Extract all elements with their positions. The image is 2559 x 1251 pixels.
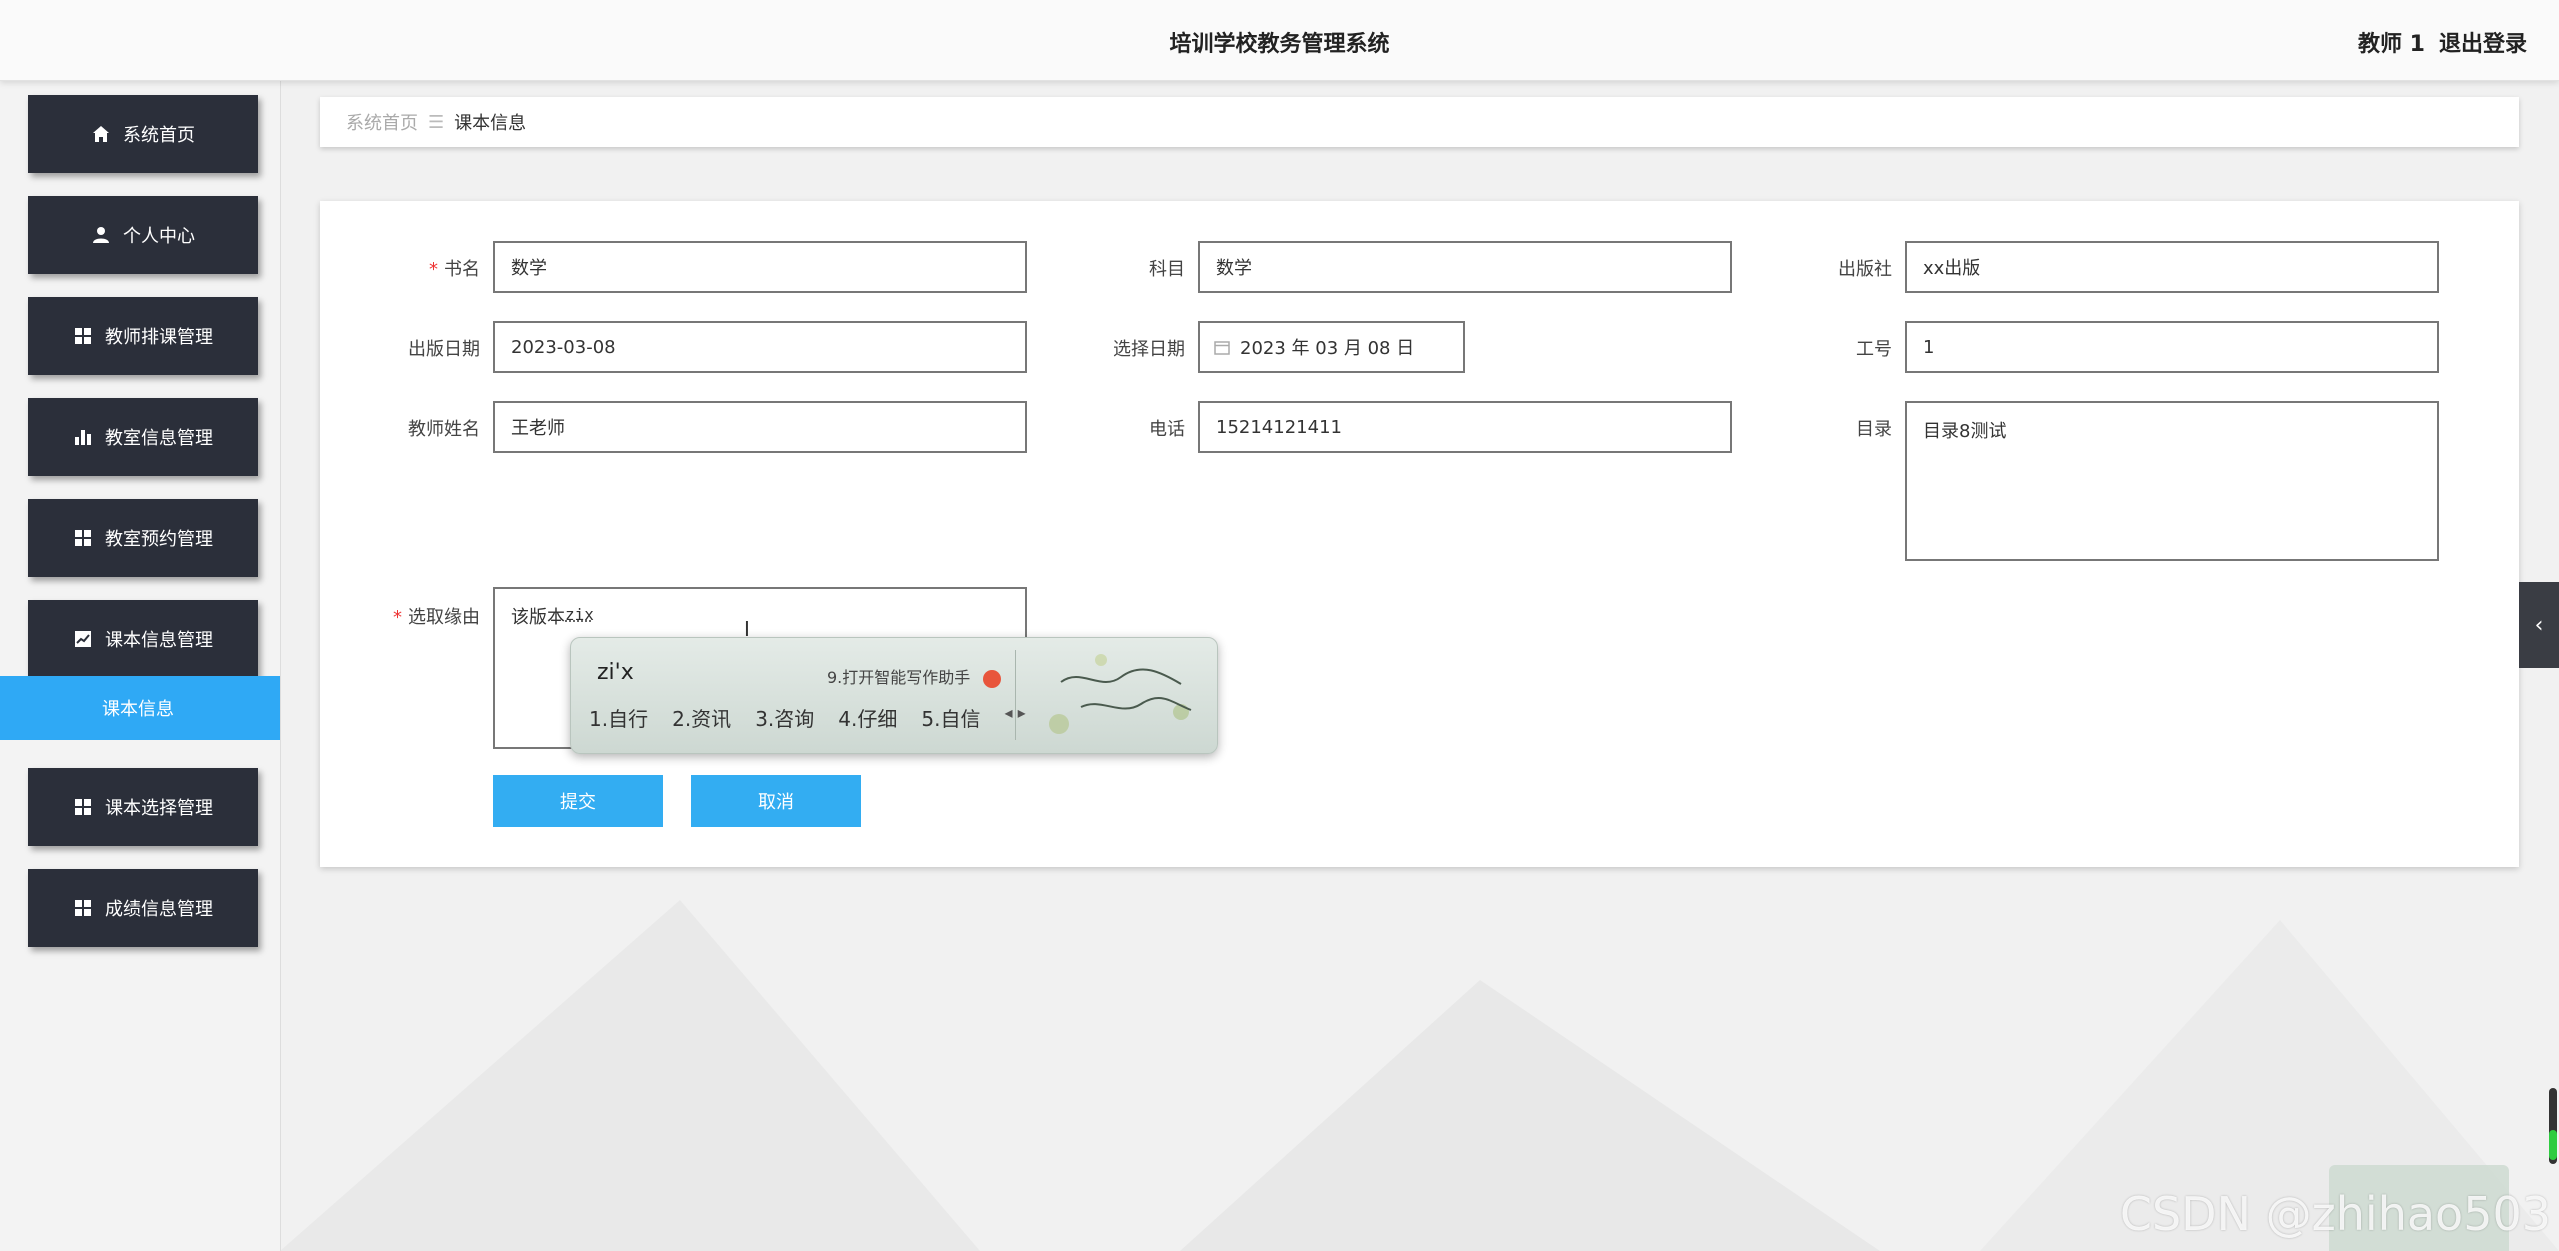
home-icon [91,124,111,144]
ime-candidate[interactable]: 2.资讯 [672,703,731,732]
reason-label: * 选取缘由 [393,607,480,628]
grid-icon [73,898,93,918]
user-icon [91,225,111,245]
sidebar: 系统首页 个人中心 教师排课管理 教室信息管理 教室预约管理 课本信息管理 课本… [0,81,281,1251]
breadcrumb-current: 课本信息 [454,113,527,134]
reason-text: 该版本 [511,607,565,628]
submit-button[interactable]: 提交 [493,775,663,827]
ime-composition: zi'x [597,660,634,685]
sidebar-item-reservation[interactable]: 教室预约管理 [28,499,258,577]
teacher-name-label: 教师姓名 [408,419,480,440]
sidebar-item-textbook-select[interactable]: 课本选择管理 [28,768,258,846]
ime-candidate[interactable]: 4.仔细 [838,703,897,732]
breadcrumb-separator: ☰ [428,111,445,133]
sidebar-item-schedule[interactable]: 教师排课管理 [28,297,258,375]
top-header: 培训学校教务管理系统 教师 1 退出登录 [0,0,2559,81]
sidebar-item-textbook[interactable]: 课本信息管理 [28,600,258,678]
book-name-label: * 书名 [429,259,480,280]
sidebar-item-classroom[interactable]: 教室信息管理 [28,398,258,476]
logout-link[interactable]: 退出登录 [2439,32,2527,57]
ime-divider [1015,650,1016,740]
select-date-label: 选择日期 [1113,339,1185,360]
sidebar-item-profile[interactable]: 个人中心 [28,196,258,274]
csdn-watermark: CSDN @zhihao503 [2119,1187,2551,1241]
publisher-label: 出版社 [1838,259,1892,280]
phone-label: 电话 [1149,419,1185,440]
staff-no-input[interactable]: 1 [1905,321,2439,373]
breadcrumb: 系统首页 ☰ 课本信息 [320,97,2519,147]
grid-icon [73,797,93,817]
scroll-indicator-thumb[interactable] [2549,1130,2557,1160]
sidebar-item-label: 课本选择管理 [105,798,213,819]
ime-candidate[interactable]: 3.咨询 [755,703,814,732]
select-date-picker[interactable]: 2023 年 03 月 08 日 [1198,321,1465,373]
sidebar-item-label: 系统首页 [123,125,195,146]
sidebar-item-label: 个人中心 [123,226,195,247]
user-area: 教师 1 退出登录 [2344,26,2527,58]
ime-writing-assistant-hint[interactable]: 9.打开智能写作助手 [827,664,1002,688]
sidebar-item-home[interactable]: 系统首页 [28,95,258,173]
textbook-form: * 书名 数学 科目 数学 出版社 xx出版 出版日期 2023-03-08 选择… [320,201,2519,867]
publish-date-input[interactable]: 2023-03-08 [493,321,1027,373]
publish-date-label: 出版日期 [408,339,480,360]
catalog-textarea[interactable]: 目录8测试 [1905,401,2439,561]
ime-composing-text: zix [565,605,594,624]
subject-input[interactable]: 数学 [1198,241,1732,293]
breadcrumb-home[interactable]: 系统首页 [346,109,418,135]
current-user[interactable]: 教师 1 [2358,32,2425,57]
ime-candidate[interactable]: 1.自行 [589,703,648,732]
ime-candidates: 1.自行 2.资讯 3.咨询 4.仔细 5.自信 ◂ ▸ [589,703,1026,732]
ime-candidate-window: zi'x 9.打开智能写作助手 1.自行 2.资讯 3.咨询 4.仔细 5.自信… [570,637,1218,754]
staff-no-label: 工号 [1856,339,1892,360]
subject-label: 科目 [1149,259,1185,280]
cancel-button[interactable]: 取消 [691,775,861,827]
chevron-left-icon: ‹ [2534,612,2544,638]
bar-chart-icon [73,427,93,447]
line-chart-icon [73,629,93,649]
ime-skin-decoration [1049,654,1192,734]
book-name-input[interactable]: 数学 [493,241,1027,293]
teacher-name-input[interactable]: 王老师 [493,401,1027,453]
calendar-icon [1214,339,1230,355]
sidebar-item-label: 教室信息管理 [105,428,213,449]
select-date-value: 2023 年 03 月 08 日 [1240,338,1415,359]
grid-icon [73,528,93,548]
phone-input[interactable]: 15214121411 [1198,401,1732,453]
catalog-label: 目录 [1856,419,1892,440]
sidebar-item-label: 课本信息管理 [105,630,213,651]
sidebar-item-label: 教室预约管理 [105,529,213,550]
sidebar-item-label: 教师排课管理 [105,327,213,348]
publisher-input[interactable]: xx出版 [1905,241,2439,293]
grid-icon [73,326,93,346]
sidebar-subitem-textbook-info[interactable]: 课本信息 [0,676,280,740]
sidebar-item-grades[interactable]: 成绩信息管理 [28,869,258,947]
ime-candidate[interactable]: 5.自信 [921,703,980,732]
collapse-panel-button[interactable]: ‹ [2519,582,2559,668]
sidebar-item-label: 成绩信息管理 [105,899,213,920]
assistant-icon [983,669,1002,688]
app-title: 培训学校教务管理系统 [1169,32,1390,57]
